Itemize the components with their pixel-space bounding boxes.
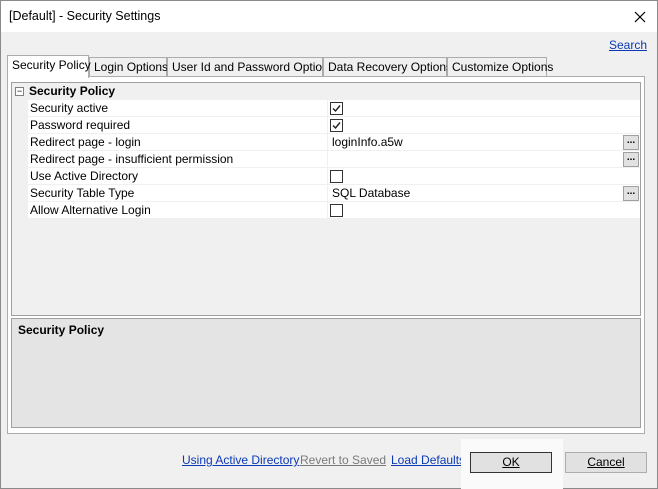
security-settings-dialog: [Default] - Security Settings Search Sec… xyxy=(0,0,658,489)
property-row-password-required[interactable]: Password required xyxy=(28,117,640,134)
tab-user-id-password-options[interactable]: User Id and Password Options xyxy=(167,57,335,77)
description-title: Security Policy xyxy=(18,323,105,337)
cancel-button-label: Cancel xyxy=(587,455,625,469)
search-link[interactable]: Search xyxy=(609,38,647,52)
security-table-type-browse-button[interactable]: ... xyxy=(623,186,639,201)
tab-login-options[interactable]: Login Options xyxy=(89,57,168,77)
revert-to-saved-link[interactable]: Revert to Saved xyxy=(300,453,386,467)
property-grid: − Security Policy Security active Passwo… xyxy=(11,82,641,316)
tab-security-policy[interactable]: Security Policy xyxy=(7,55,91,78)
description-pane: Security Policy xyxy=(11,318,641,428)
load-defaults-link[interactable]: Load Defaults xyxy=(391,453,465,467)
tab-data-recovery-options[interactable]: Data Recovery Options xyxy=(323,57,452,77)
property-name: Allow Alternative Login xyxy=(28,202,328,218)
checkmark-icon xyxy=(332,122,341,130)
close-button[interactable] xyxy=(623,1,657,32)
security-active-checkbox[interactable] xyxy=(330,102,343,115)
security-table-type-value[interactable]: SQL Database xyxy=(330,185,640,201)
collapse-icon[interactable]: − xyxy=(15,87,24,96)
redirect-login-value[interactable]: loginInfo.a5w xyxy=(330,134,640,150)
category-label: Security Policy xyxy=(29,84,116,98)
property-row-security-table-type[interactable]: Security Table Type SQL Database ... xyxy=(28,185,640,202)
property-name: Security Table Type xyxy=(28,185,328,201)
cancel-button[interactable]: Cancel xyxy=(565,452,647,473)
window-title: [Default] - Security Settings xyxy=(9,9,161,23)
redirect-insufficient-permission-browse-button[interactable]: ... xyxy=(623,152,639,167)
password-required-checkbox[interactable] xyxy=(330,119,343,132)
property-row-security-active[interactable]: Security active xyxy=(28,100,640,117)
redirect-login-browse-button[interactable]: ... xyxy=(623,135,639,150)
property-name: Redirect page - insufficient permission xyxy=(28,151,328,167)
property-name: Password required xyxy=(28,117,328,133)
using-active-directory-link[interactable]: Using Active Directory xyxy=(182,453,299,467)
property-name: Redirect page - login xyxy=(28,134,328,150)
property-row-allow-alternative-login[interactable]: Allow Alternative Login xyxy=(28,202,640,219)
close-icon xyxy=(634,11,646,22)
ok-button[interactable]: OK xyxy=(470,452,552,473)
ok-button-label: OK xyxy=(502,455,520,469)
redirect-insufficient-permission-value[interactable] xyxy=(330,151,640,167)
tab-customize-options[interactable]: Customize Options xyxy=(447,57,553,77)
property-grid-empty-area xyxy=(12,219,640,315)
checkmark-icon xyxy=(332,105,341,113)
property-row-redirect-login[interactable]: Redirect page - login loginInfo.a5w ... xyxy=(28,134,640,151)
property-name: Use Active Directory xyxy=(28,168,328,184)
property-name: Security active xyxy=(28,100,328,116)
category-row[interactable]: − Security Policy xyxy=(12,83,640,100)
title-bar: [Default] - Security Settings xyxy=(1,1,657,32)
property-row-use-active-directory[interactable]: Use Active Directory xyxy=(28,168,640,185)
tab-panel-security-policy: − Security Policy Security active Passwo… xyxy=(7,76,645,434)
property-row-redirect-insufficient-permission[interactable]: Redirect page - insufficient permission … xyxy=(28,151,640,168)
allow-alternative-login-checkbox[interactable] xyxy=(330,204,343,217)
use-active-directory-checkbox[interactable] xyxy=(330,170,343,183)
